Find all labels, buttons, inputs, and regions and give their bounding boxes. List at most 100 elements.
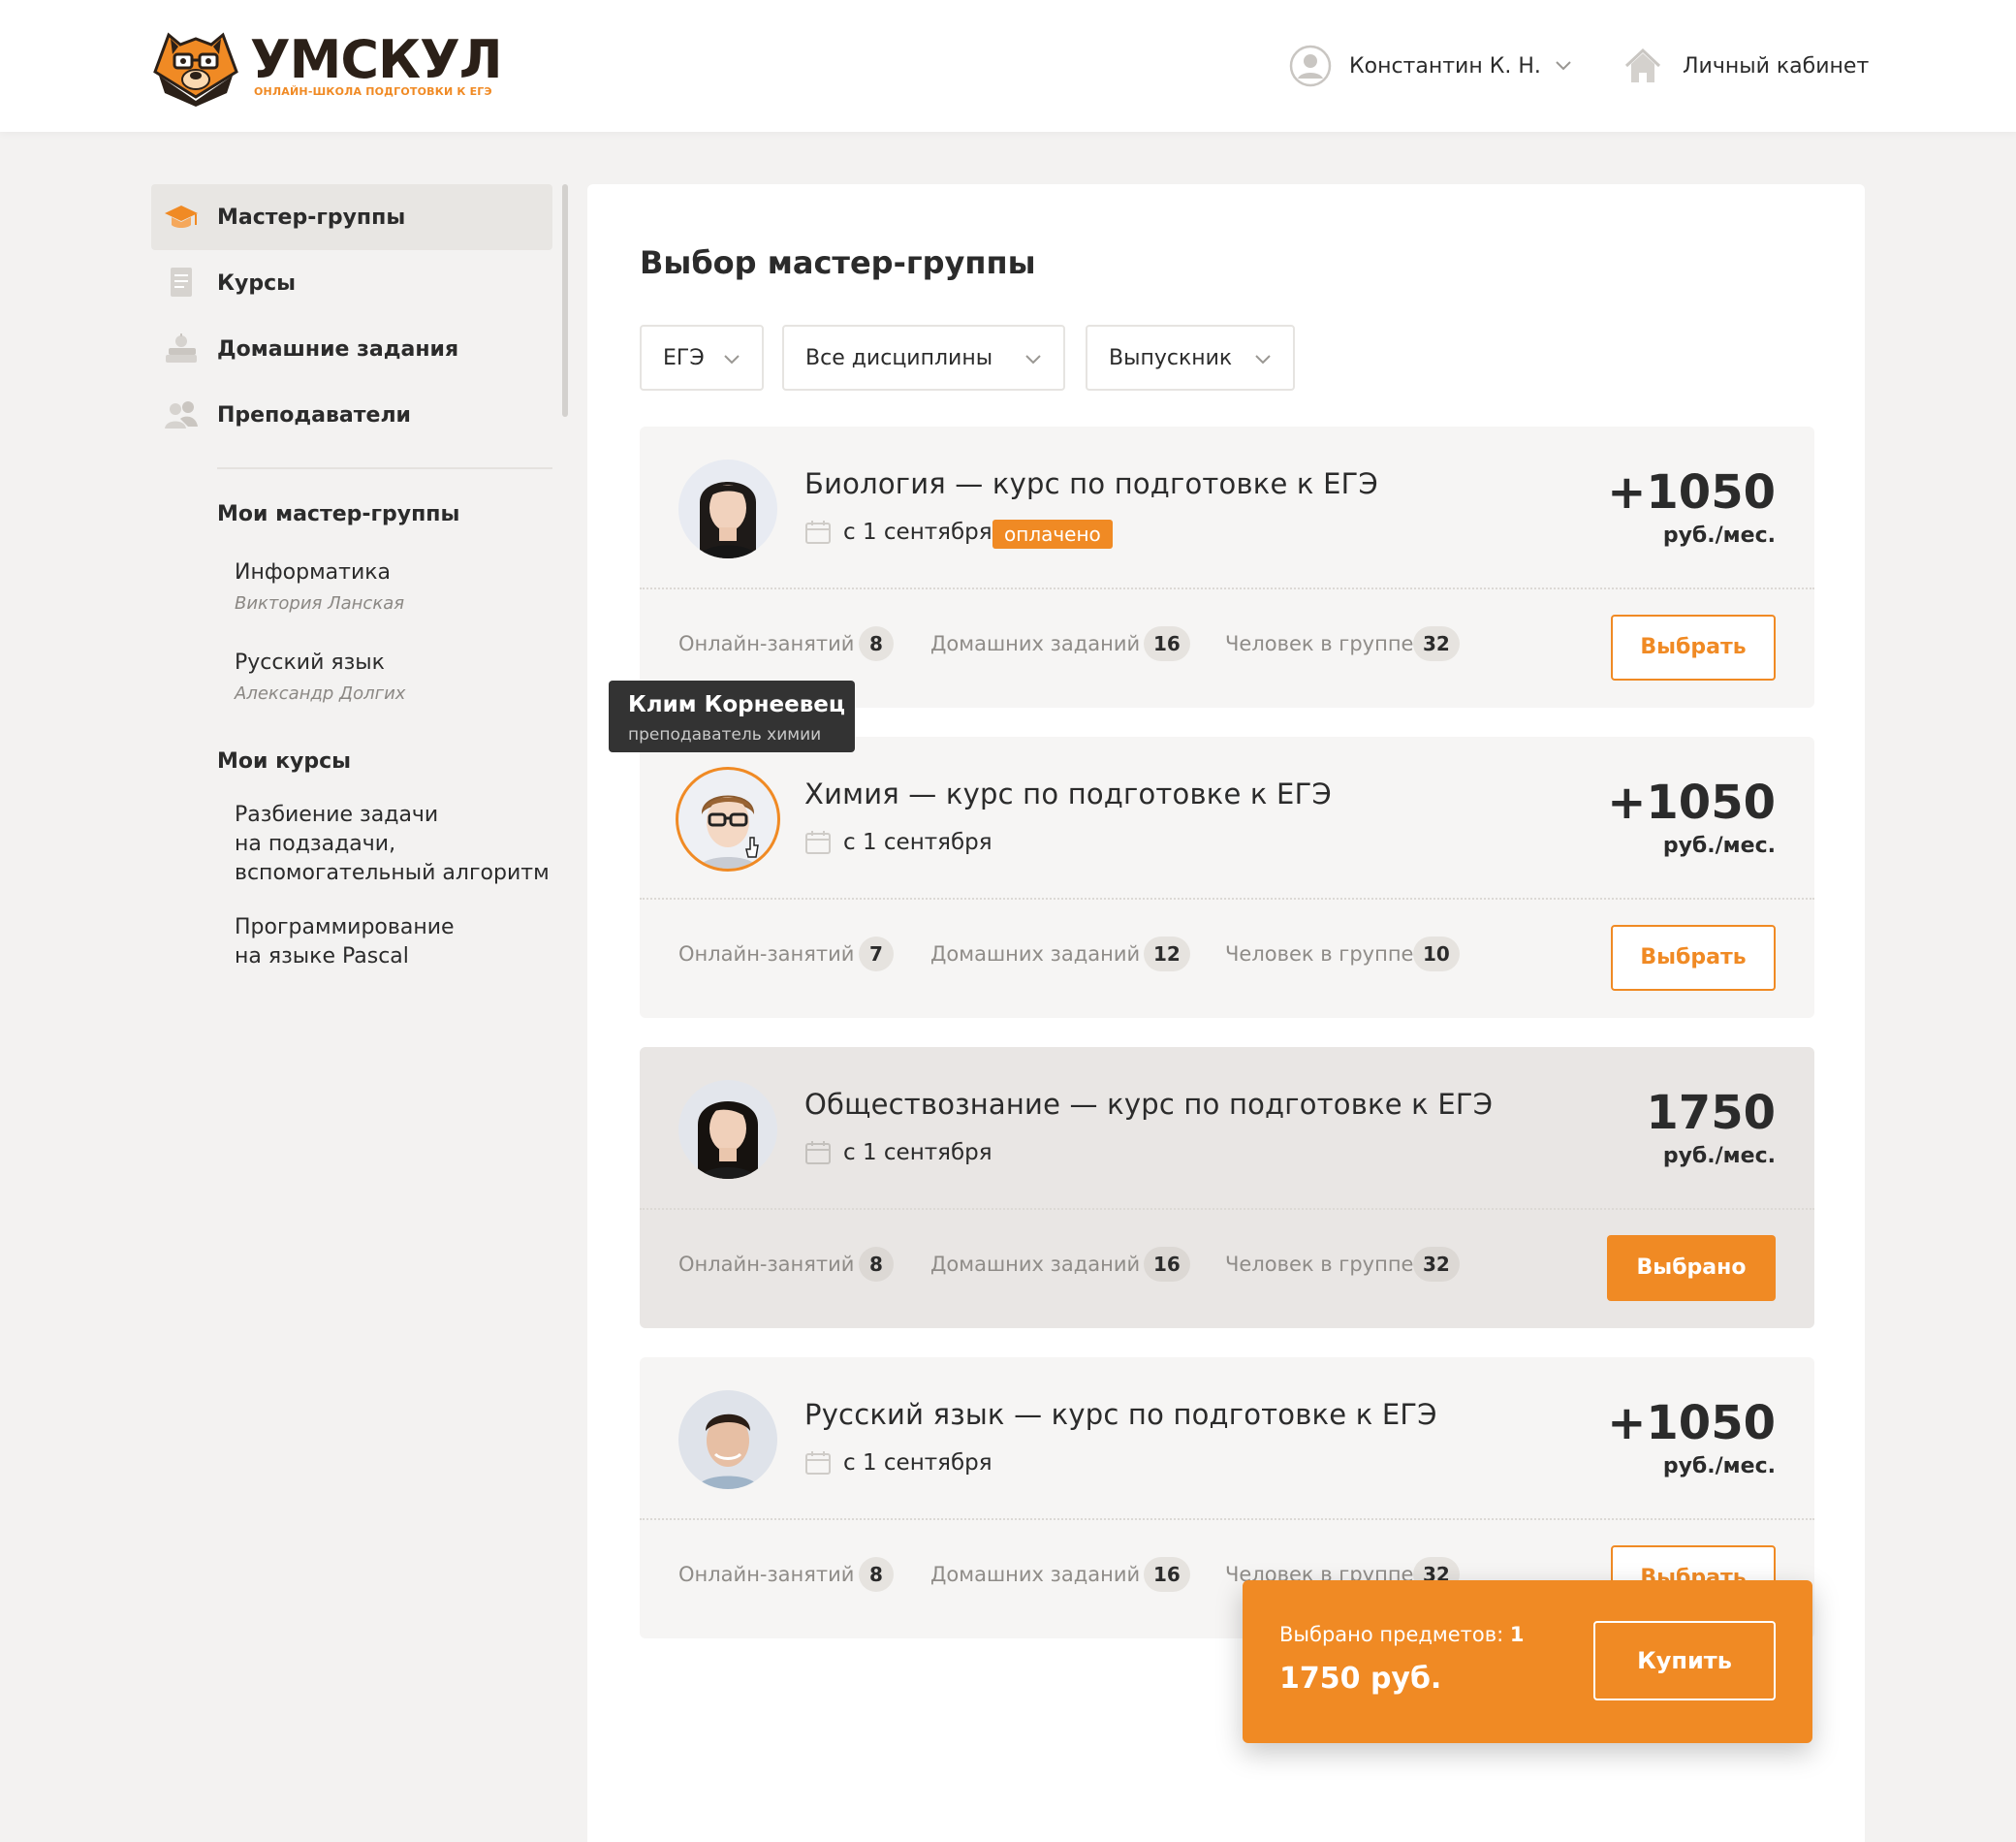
stat-online-label: Онлайн-занятий	[678, 942, 855, 966]
my-course-link-pascal[interactable]: Программирование на языке Pascal	[235, 913, 455, 971]
choose-button[interactable]: Выбрать	[1611, 925, 1776, 991]
sidebar-item-teachers[interactable]: Преподаватели	[151, 382, 552, 448]
logo[interactable]: УМСКУЛ ОНЛАЙН-ШКОЛА ПОДГОТОВКИ К ЕГЭ	[149, 25, 503, 107]
chevron-down-icon	[724, 355, 740, 365]
user-circle-icon	[1289, 45, 1332, 87]
stat-online-count: 8	[859, 1247, 894, 1282]
course-link-line: Программирование	[235, 915, 455, 939]
nav-label: Курсы	[217, 270, 297, 296]
my-group-teacher: Александр Долгих	[235, 683, 406, 704]
calendar-icon	[805, 521, 831, 544]
selected-count: Выбрано предметов: 1	[1279, 1623, 1525, 1646]
stat-group-label: Человек в группе	[1225, 942, 1414, 966]
stat-homework-label: Домашних заданий	[930, 632, 1141, 655]
course-title: Химия — курс по подготовке к ЕГЭ	[804, 778, 1332, 810]
card-divider	[640, 898, 1814, 900]
header: УМСКУЛ ОНЛАЙН-ШКОЛА ПОДГОТОВКИ К ЕГЭ Кон…	[0, 0, 2016, 132]
sidebar-divider	[217, 467, 552, 469]
teacher-tooltip: Клим Корнеевец преподаватель химии	[609, 681, 855, 752]
sidebar: Мастер-группы Курсы Домашние задания Пре…	[151, 184, 568, 448]
sidebar-item-courses[interactable]: Курсы	[151, 250, 552, 316]
stat-group-count: 32	[1413, 1247, 1460, 1282]
chosen-button[interactable]: Выбрано	[1607, 1235, 1776, 1301]
teacher-photo-male-glasses-icon	[678, 770, 777, 869]
selected-count-value: 1	[1509, 1623, 1525, 1646]
stat-group-label: Человек в группе	[1225, 1253, 1414, 1276]
dropdown-label: Все дисциплины	[805, 346, 993, 370]
course-start-date: с 1 сентября	[843, 520, 992, 545]
selected-count-label: Выбрано предметов:	[1279, 1623, 1504, 1646]
nav-label: Мастер-группы	[217, 205, 406, 230]
stat-homework-count: 16	[1144, 626, 1190, 661]
card-divider	[640, 1518, 1814, 1520]
course-price: +1050	[1607, 1396, 1776, 1450]
course-price: 1750	[1646, 1086, 1776, 1140]
calendar-icon	[805, 1141, 831, 1164]
tooltip-teacher-role: преподаватель химии	[628, 725, 822, 745]
grade-filter-dropdown[interactable]: Выпускник	[1086, 325, 1295, 391]
card-divider	[640, 1208, 1814, 1210]
teacher-avatar[interactable]	[678, 460, 777, 558]
my-course-link-subtasks[interactable]: Разбиение задачи на подзадачи, вспомогат…	[235, 801, 550, 888]
dropdown-label: Выпускник	[1109, 346, 1233, 370]
my-groups-heading: Мои мастер-группы	[217, 502, 460, 526]
my-courses-heading: Мои курсы	[217, 749, 352, 774]
stat-homework-count: 12	[1144, 937, 1190, 971]
books-apple-icon	[166, 333, 197, 363]
stat-online-count: 8	[859, 626, 894, 661]
sidebar-scrollbar[interactable]	[562, 184, 568, 417]
cabinet-label: Личный кабинет	[1683, 53, 1870, 79]
paid-badge: оплачено	[992, 520, 1113, 549]
course-price: +1050	[1607, 465, 1776, 520]
stat-homework-label: Домашних заданий	[930, 1253, 1141, 1276]
choose-button[interactable]: Выбрать	[1611, 615, 1776, 681]
course-start-date: с 1 сентября	[843, 1140, 992, 1165]
course-price: +1050	[1607, 776, 1776, 830]
course-title: Биология — курс по подготовке к ЕГЭ	[804, 467, 1378, 500]
stat-homework-label: Домашних заданий	[930, 1563, 1141, 1586]
discipline-filter-dropdown[interactable]: Все дисциплины	[782, 325, 1065, 391]
calendar-icon	[805, 1451, 831, 1475]
course-start-date: с 1 сентября	[843, 1450, 992, 1476]
exam-filter-dropdown[interactable]: ЕГЭ	[640, 325, 764, 391]
course-start-date: с 1 сентября	[843, 830, 992, 855]
chevron-down-icon	[1556, 61, 1571, 71]
price-period: руб./мес.	[1662, 524, 1776, 548]
stat-group-label: Человек в группе	[1225, 632, 1414, 655]
nav-label: Преподаватели	[217, 402, 411, 428]
course-card-biology: Биология — курс по подготовке к ЕГЭ с 1 …	[640, 427, 1814, 708]
teacher-photo-female-icon	[678, 460, 777, 558]
teacher-avatar[interactable]	[678, 1390, 777, 1489]
stat-group-count: 10	[1413, 937, 1460, 971]
course-link-line: вспомогательный алгоритм	[235, 861, 550, 885]
sidebar-item-homework[interactable]: Домашние задания	[151, 316, 552, 382]
teacher-photo-female-icon	[678, 1080, 777, 1179]
tooltip-teacher-name: Клим Корнеевец	[628, 692, 845, 717]
my-group-link-russian[interactable]: Русский язык	[235, 649, 385, 678]
page-title: Выбор мастер-группы	[640, 244, 1036, 281]
personal-cabinet-link[interactable]: Личный кабинет	[1622, 43, 1869, 89]
stat-online-label: Онлайн-занятий	[678, 632, 855, 655]
calendar-icon	[805, 831, 831, 854]
price-period: руб./мес.	[1662, 1454, 1776, 1478]
user-menu[interactable]: Константин К. Н.	[1289, 43, 1572, 89]
course-title: Обществознание — курс по подготовке к ЕГ…	[804, 1088, 1494, 1121]
user-name: Константин К. Н.	[1349, 53, 1541, 79]
home-icon	[1624, 48, 1661, 82]
stat-homework-count: 16	[1144, 1247, 1190, 1282]
price-period: руб./мес.	[1662, 1144, 1776, 1168]
document-icon	[171, 268, 192, 297]
graduation-cap-icon	[165, 206, 198, 228]
my-group-link-informatics[interactable]: Информатика	[235, 558, 391, 588]
buy-button[interactable]: Купить	[1593, 1621, 1776, 1700]
cart-total: 1750 руб.	[1279, 1662, 1442, 1696]
teacher-avatar[interactable]	[678, 1080, 777, 1179]
sidebar-item-master-groups[interactable]: Мастер-группы	[151, 184, 552, 250]
stat-group-count: 32	[1413, 626, 1460, 661]
price-period: руб./мес.	[1662, 834, 1776, 858]
logo-name: УМСКУЛ	[250, 29, 503, 90]
course-link-line: на языке Pascal	[235, 944, 409, 969]
course-title: Русский язык — курс по подготовке к ЕГЭ	[804, 1398, 1437, 1431]
course-card-chemistry: Химия — курс по подготовке к ЕГЭ с 1 сен…	[640, 737, 1814, 1018]
teacher-avatar[interactable]	[676, 767, 780, 872]
